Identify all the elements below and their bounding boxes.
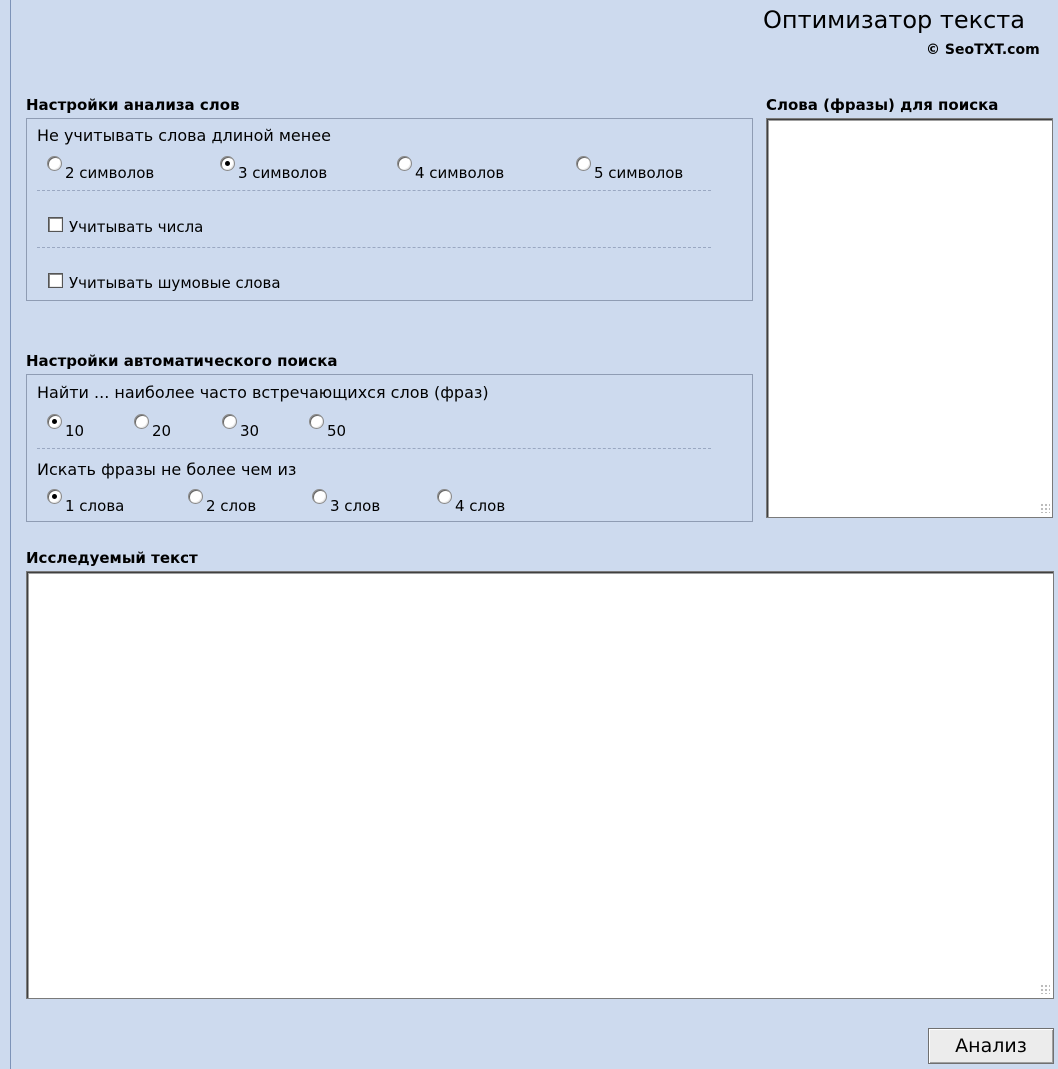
min-length-option-5[interactable]: 5 символов xyxy=(576,156,684,182)
radio-3-symbols-label: 3 символов xyxy=(238,164,328,182)
min-length-option-2[interactable]: 2 символов xyxy=(47,156,155,182)
noise-words-option[interactable]: Учитывать шумовые слова xyxy=(48,273,281,292)
radio-10[interactable] xyxy=(47,414,62,429)
radio-2-words-label: 2 слов xyxy=(206,497,257,515)
radio-5-symbols[interactable] xyxy=(576,156,591,171)
find-option-50[interactable]: 50 xyxy=(309,414,347,440)
radio-2-symbols[interactable] xyxy=(47,156,62,171)
radio-2-words[interactable] xyxy=(188,489,203,504)
phrase-option-1[interactable]: 1 слова xyxy=(47,489,125,515)
phrase-option-4[interactable]: 4 слов xyxy=(437,489,506,515)
auto-search-title: Настройки автоматического поиска xyxy=(26,352,338,370)
divider xyxy=(37,247,711,248)
app-title: Оптимизатор текста xyxy=(763,6,1025,34)
radio-30-label: 30 xyxy=(240,422,260,440)
text-under-study-title: Исследуемый текст xyxy=(26,549,198,567)
divider xyxy=(37,190,711,191)
radio-3-symbols[interactable] xyxy=(220,156,235,171)
radio-4-symbols-label: 4 символов xyxy=(415,164,505,182)
radio-3-words-label: 3 слов xyxy=(330,497,381,515)
count-numbers-label: Учитывать числа xyxy=(69,218,204,236)
min-length-option-3[interactable]: 3 символов xyxy=(220,156,328,182)
search-words-textarea[interactable] xyxy=(766,118,1053,518)
radio-4-words[interactable] xyxy=(437,489,452,504)
radio-20-label: 20 xyxy=(152,422,172,440)
resize-grip-icon[interactable] xyxy=(1040,503,1050,513)
text-under-study-textarea[interactable] xyxy=(26,571,1054,999)
radio-3-words[interactable] xyxy=(312,489,327,504)
radio-20[interactable] xyxy=(134,414,149,429)
find-label: Найти ... наиболее часто встречающихся с… xyxy=(37,383,489,402)
phrase-option-3[interactable]: 3 слов xyxy=(312,489,381,515)
radio-10-label: 10 xyxy=(65,422,85,440)
min-length-option-4[interactable]: 4 символов xyxy=(397,156,505,182)
phrase-option-2[interactable]: 2 слов xyxy=(188,489,257,515)
min-length-label: Не учитывать слова длиной менее xyxy=(37,126,331,145)
analyze-button[interactable]: Анализ xyxy=(928,1028,1054,1064)
radio-50[interactable] xyxy=(309,414,324,429)
copyright-text: © SeoTXT.com xyxy=(926,42,1040,58)
count-numbers-option[interactable]: Учитывать числа xyxy=(48,217,203,236)
find-option-20[interactable]: 20 xyxy=(134,414,172,440)
radio-2-symbols-label: 2 символов xyxy=(65,164,155,182)
radio-5-symbols-label: 5 символов xyxy=(594,164,684,182)
find-option-30[interactable]: 30 xyxy=(222,414,260,440)
radio-50-label: 50 xyxy=(327,422,347,440)
phrase-label: Искать фразы не более чем из xyxy=(37,460,297,479)
count-numbers-checkbox[interactable] xyxy=(48,217,63,232)
radio-1-word-label: 1 слова xyxy=(65,497,125,515)
find-option-10[interactable]: 10 xyxy=(47,414,85,440)
divider xyxy=(37,448,711,449)
radio-4-words-label: 4 слов xyxy=(455,497,506,515)
radio-4-symbols[interactable] xyxy=(397,156,412,171)
noise-words-checkbox[interactable] xyxy=(48,273,63,288)
noise-words-label: Учитывать шумовые слова xyxy=(69,274,281,292)
search-words-title: Слова (фразы) для поиска xyxy=(766,96,999,114)
radio-30[interactable] xyxy=(222,414,237,429)
radio-1-word[interactable] xyxy=(47,489,62,504)
word-analysis-title: Настройки анализа слов xyxy=(26,96,240,114)
resize-grip-icon[interactable] xyxy=(1040,984,1050,994)
